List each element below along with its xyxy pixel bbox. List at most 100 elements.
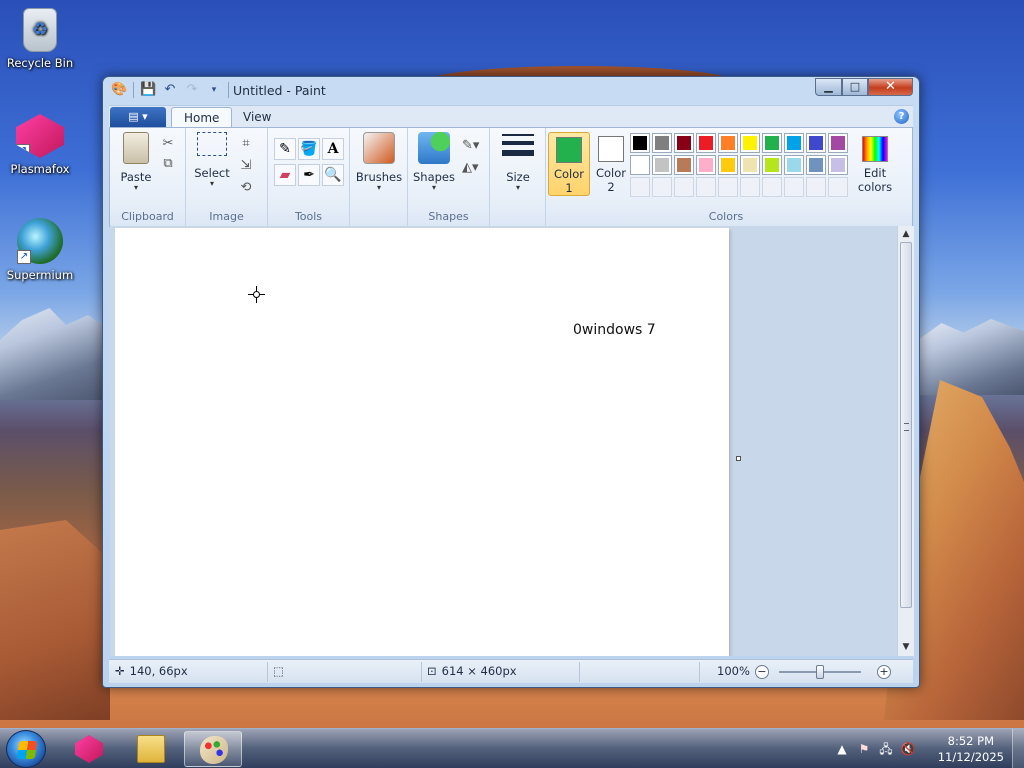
palette-swatch[interactable] — [674, 133, 694, 153]
brush-icon — [363, 132, 395, 164]
group-label-colors: Colors — [708, 210, 744, 223]
fill-icon[interactable]: ◭▾ — [462, 160, 479, 176]
palette-swatch[interactable] — [696, 133, 716, 153]
paste-button[interactable]: Paste ▾ — [116, 132, 156, 192]
desktop-icon-label: Plasmafox — [10, 162, 70, 176]
scroll-thumb[interactable] — [900, 242, 912, 608]
edit-colors-button[interactable]: Edit colors — [852, 132, 898, 196]
color1-button[interactable]: Color 1 — [548, 132, 590, 196]
crop-icon[interactable]: ⌗ — [238, 136, 254, 152]
rotate-icon[interactable]: ⟲ — [238, 180, 254, 196]
taskbar-explorer[interactable] — [122, 731, 180, 767]
palette-swatch[interactable] — [630, 155, 650, 175]
move-cursor-icon: ✛ — [115, 664, 125, 678]
palette-swatch[interactable] — [718, 133, 738, 153]
help-icon[interactable]: ? — [894, 109, 909, 124]
paint-menu-button[interactable]: ▤ ▾ — [110, 107, 166, 127]
cut-icon[interactable]: ✂ — [160, 136, 176, 152]
scroll-up-icon[interactable]: ▲ — [898, 226, 914, 243]
desktop-icon-plasmafox[interactable]: ↗ Plasmafox — [0, 114, 80, 176]
brushes-button[interactable]: Brushes ▾ — [354, 132, 404, 192]
title-bar[interactable]: 🎨 💾 ↶ ↷ ▾ Untitled - Paint ▁ □ ✕ — [103, 77, 919, 105]
palette-swatch[interactable] — [806, 133, 826, 153]
palette-swatch-empty[interactable] — [828, 177, 848, 197]
clock[interactable]: 8:52 PM 11/12/2025 — [938, 733, 1004, 765]
palette-swatch[interactable] — [630, 133, 650, 153]
outline-icon[interactable]: ✎▾ — [462, 138, 479, 154]
crosshair-cursor-icon — [248, 286, 265, 303]
wallpaper-mountain-left — [0, 308, 110, 400]
copy-icon[interactable]: ⧉ — [160, 156, 176, 172]
palette-swatch[interactable] — [762, 133, 782, 153]
network-icon[interactable]: 🖧 — [878, 741, 894, 757]
palette-swatch[interactable] — [828, 133, 848, 153]
fill-bucket-icon[interactable]: 🪣 — [298, 138, 320, 160]
palette-swatch[interactable] — [806, 155, 826, 175]
palette-swatch[interactable] — [828, 155, 848, 175]
color-picker-icon[interactable]: ✒ — [298, 164, 320, 186]
palette-swatch-empty[interactable] — [784, 177, 804, 197]
group-label-clipboard: Clipboard — [121, 210, 174, 223]
desktop-icon-recycle-bin[interactable]: Recycle Bin — [0, 8, 80, 70]
taskbar-plasmafox[interactable] — [60, 731, 118, 767]
show-desktop-button[interactable] — [1012, 729, 1024, 768]
palette-swatch-empty[interactable] — [718, 177, 738, 197]
palette-swatch-empty[interactable] — [740, 177, 760, 197]
magnifier-icon[interactable]: 🔍 — [322, 164, 344, 186]
action-center-flag-icon[interactable]: ⚑ — [856, 741, 872, 757]
canvas-resize-handle[interactable] — [736, 456, 741, 461]
pencil-icon[interactable]: ✎ — [274, 138, 296, 160]
palette-swatch-empty[interactable] — [674, 177, 694, 197]
tab-home[interactable]: Home — [171, 107, 233, 128]
start-button[interactable] — [6, 730, 46, 768]
palette-swatch[interactable] — [718, 155, 738, 175]
eraser-icon[interactable]: ▰ — [274, 164, 296, 186]
taskbar-paint[interactable] — [184, 731, 242, 767]
scroll-down-icon[interactable]: ▼ — [898, 639, 914, 656]
text-tool-icon[interactable]: A — [322, 138, 344, 160]
palette-swatch[interactable] — [740, 133, 760, 153]
zoom-out-icon[interactable]: − — [755, 665, 769, 679]
palette-swatch-empty[interactable] — [652, 177, 672, 197]
palette-swatch[interactable] — [740, 155, 760, 175]
color2-button[interactable]: Color 2 — [590, 132, 632, 196]
vertical-scrollbar[interactable]: ▲ ▼ — [897, 226, 914, 656]
palette-swatch[interactable] — [784, 133, 804, 153]
palette-swatch-empty[interactable] — [806, 177, 826, 197]
palette-swatch[interactable] — [652, 133, 672, 153]
palette-swatch[interactable] — [762, 155, 782, 175]
palette-swatch-empty[interactable] — [630, 177, 650, 197]
palette-swatch[interactable] — [652, 155, 672, 175]
customize-qat-icon[interactable]: ▾ — [206, 82, 222, 98]
select-button[interactable]: Select ▾ — [192, 132, 232, 188]
palette-swatch[interactable] — [674, 155, 694, 175]
save-icon[interactable]: 💾 — [140, 82, 156, 98]
show-hidden-icons-icon[interactable]: ▲ — [834, 741, 850, 757]
shapes-button[interactable]: Shapes ▾ — [412, 132, 456, 192]
tab-view[interactable]: View — [231, 107, 283, 128]
paint-app-icon[interactable]: 🎨 — [111, 82, 127, 98]
drawing-canvas[interactable]: 0windows 7 — [115, 228, 741, 656]
paste-label: Paste — [120, 170, 152, 184]
resize-icon[interactable]: ⇲ — [238, 158, 254, 174]
minimize-button[interactable]: ▁ — [815, 78, 842, 96]
palette-swatch-empty[interactable] — [762, 177, 782, 197]
canvas-workarea[interactable]: 0windows 7 — [110, 226, 899, 656]
zoom-slider-thumb[interactable] — [816, 665, 824, 679]
maximize-button[interactable]: □ — [842, 78, 868, 96]
volume-muted-icon[interactable]: 🔇 — [900, 741, 916, 757]
color2-label: Color — [595, 166, 627, 180]
palette-swatch[interactable] — [696, 155, 716, 175]
size-button[interactable]: Size ▾ — [496, 132, 540, 192]
palette-swatch[interactable] — [784, 155, 804, 175]
close-button[interactable]: ✕ — [868, 78, 913, 96]
wallpaper-mountain-right — [914, 319, 1024, 395]
undo-icon[interactable]: ↶ — [162, 82, 178, 98]
chevron-down-icon: ▾ — [431, 183, 436, 192]
palette-swatch-empty[interactable] — [696, 177, 716, 197]
zoom-in-icon[interactable]: + — [877, 665, 891, 679]
redo-icon[interactable]: ↷ — [184, 82, 200, 98]
desktop-icon-supermium[interactable]: ↗ Supermium — [0, 218, 80, 282]
clock-time: 8:52 PM — [947, 734, 995, 748]
plasmafox-icon: ↗ — [16, 114, 64, 158]
